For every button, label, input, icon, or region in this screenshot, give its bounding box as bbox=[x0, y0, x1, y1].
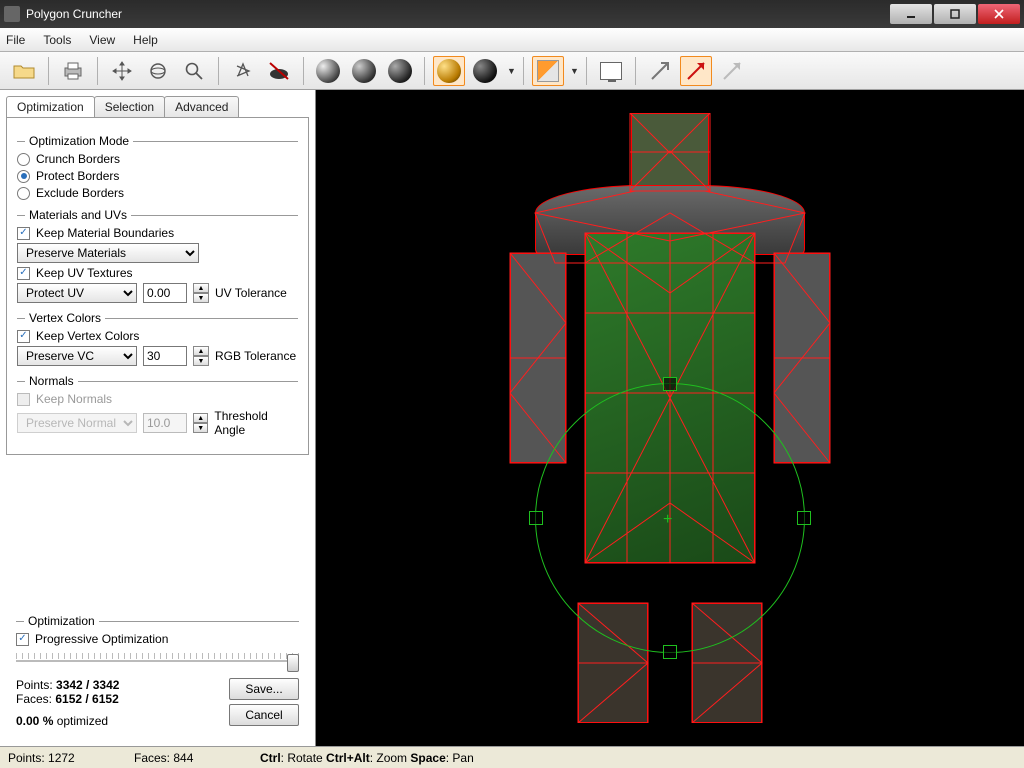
open-button[interactable] bbox=[8, 56, 40, 86]
group-optimization-label: Optimization bbox=[24, 614, 99, 628]
gizmo-handle-right[interactable] bbox=[797, 511, 811, 525]
combo-preserve-materials[interactable]: Preserve Materials bbox=[17, 243, 199, 263]
minimize-button[interactable] bbox=[890, 4, 932, 24]
app-icon bbox=[4, 6, 20, 22]
label-threshold-angle: Threshold Angle bbox=[214, 409, 298, 437]
combo-protect-uv[interactable]: Protect UV bbox=[17, 283, 137, 303]
gizmo-center-icon[interactable]: + bbox=[663, 511, 677, 525]
check-keep-vertex-colors[interactable] bbox=[17, 330, 30, 343]
save-button[interactable]: Save... bbox=[229, 678, 299, 700]
status-hint: Ctrl: Rotate Ctrl+Alt: Zoom Space: Pan bbox=[260, 751, 474, 765]
spinner-threshold-angle: ▲▼ bbox=[193, 413, 208, 433]
menu-file[interactable]: File bbox=[6, 33, 25, 47]
check-keep-uv[interactable] bbox=[17, 267, 30, 280]
stat-opt-word: optimized bbox=[57, 714, 108, 728]
menu-view[interactable]: View bbox=[89, 33, 115, 47]
menu-bar: File Tools View Help bbox=[0, 28, 1024, 52]
check-progressive-optimization[interactable] bbox=[16, 633, 29, 646]
status-faces-value: 844 bbox=[173, 751, 193, 765]
group-normals-label: Normals bbox=[25, 374, 78, 388]
close-button[interactable] bbox=[978, 4, 1020, 24]
gizmo-handle-left[interactable] bbox=[529, 511, 543, 525]
background-color-button[interactable] bbox=[532, 56, 564, 86]
shading-mode-2-button[interactable] bbox=[348, 56, 380, 86]
group-vcolors-label: Vertex Colors bbox=[25, 311, 105, 325]
lighting-mode-button[interactable] bbox=[469, 56, 501, 86]
move-tool-button[interactable] bbox=[106, 56, 138, 86]
menu-help[interactable]: Help bbox=[133, 33, 158, 47]
settings-button[interactable] bbox=[227, 56, 259, 86]
label-keep-uv: Keep UV Textures bbox=[36, 266, 133, 280]
radio-exclude-borders[interactable] bbox=[17, 187, 30, 200]
arrow-red-button[interactable] bbox=[680, 56, 712, 86]
optimization-slider[interactable] bbox=[16, 650, 299, 672]
tab-advanced[interactable]: Advanced bbox=[164, 96, 239, 117]
label-rgb-tolerance: RGB Tolerance bbox=[215, 349, 296, 363]
status-bar: Points: 1272 Faces: 844 Ctrl: Rotate Ctr… bbox=[0, 746, 1024, 768]
main-toolbar: ▼ ▼ bbox=[0, 52, 1024, 90]
gizmo-handle-top[interactable] bbox=[663, 377, 677, 391]
label-keep-material-boundaries: Keep Material Boundaries bbox=[36, 226, 174, 240]
status-points-label: Points: bbox=[8, 751, 45, 765]
tab-strip: Optimization Selection Advanced bbox=[6, 96, 309, 117]
input-uv-tolerance[interactable] bbox=[143, 283, 187, 303]
group-matuv-label: Materials and UVs bbox=[25, 208, 131, 222]
status-faces-label: Faces: bbox=[134, 751, 170, 765]
stat-faces-value: 6152 / 6152 bbox=[55, 692, 118, 706]
fullscreen-button[interactable] bbox=[595, 56, 627, 86]
radio-crunch-borders[interactable] bbox=[17, 153, 30, 166]
label-keep-vertex-colors: Keep Vertex Colors bbox=[36, 329, 139, 343]
stat-points-label: Points: bbox=[16, 678, 53, 692]
label-crunch-borders: Crunch Borders bbox=[36, 152, 120, 166]
rotate-tool-button[interactable] bbox=[142, 56, 174, 86]
3d-viewport[interactable]: + bbox=[316, 90, 1024, 746]
stat-opt-pct: 0.00 % bbox=[16, 714, 53, 728]
shading-mode-1-button[interactable] bbox=[312, 56, 344, 86]
status-points-value: 1272 bbox=[48, 751, 75, 765]
background-dropdown-icon[interactable]: ▼ bbox=[570, 66, 578, 76]
label-exclude-borders: Exclude Borders bbox=[36, 186, 124, 200]
stat-points-value: 3342 / 3342 bbox=[56, 678, 119, 692]
model-preview: + bbox=[500, 113, 840, 723]
tab-optimization[interactable]: Optimization bbox=[6, 96, 95, 117]
title-bar: Polygon Cruncher bbox=[0, 0, 1024, 28]
label-keep-normals: Keep Normals bbox=[36, 392, 112, 406]
slider-thumb[interactable] bbox=[287, 654, 299, 672]
spinner-rgb-tolerance[interactable]: ▲▼ bbox=[193, 346, 209, 366]
spinner-uv-tolerance[interactable]: ▲▼ bbox=[193, 283, 209, 303]
gizmo-handle-bottom[interactable] bbox=[663, 645, 677, 659]
shading-mode-3-button[interactable] bbox=[384, 56, 416, 86]
check-keep-material-boundaries[interactable] bbox=[17, 227, 30, 240]
material-mode-button[interactable] bbox=[433, 56, 465, 86]
window-title: Polygon Cruncher bbox=[26, 7, 890, 21]
combo-preserve-vc[interactable]: Preserve VC bbox=[17, 346, 137, 366]
label-uv-tolerance: UV Tolerance bbox=[215, 286, 287, 300]
optimization-panel: Optimization Mode Crunch Borders Protect… bbox=[6, 117, 309, 455]
arrow-gray-button[interactable] bbox=[716, 56, 748, 86]
rotation-gizmo[interactable]: + bbox=[535, 383, 805, 653]
zoom-tool-button[interactable] bbox=[178, 56, 210, 86]
arrow-outline-button[interactable] bbox=[644, 56, 676, 86]
menu-tools[interactable]: Tools bbox=[43, 33, 71, 47]
print-button[interactable] bbox=[57, 56, 89, 86]
check-keep-normals bbox=[17, 393, 30, 406]
combo-preserve-normals: Preserve Normals bbox=[17, 413, 137, 433]
left-panel: Optimization Selection Advanced Optimiza… bbox=[0, 90, 316, 746]
lighting-dropdown-icon[interactable]: ▼ bbox=[507, 66, 515, 76]
input-rgb-tolerance[interactable] bbox=[143, 346, 187, 366]
input-threshold-angle bbox=[143, 413, 187, 433]
radio-protect-borders[interactable] bbox=[17, 170, 30, 183]
optimization-footer: Optimization Progressive Optimization Po… bbox=[6, 600, 309, 740]
disable-optimize-button[interactable] bbox=[263, 56, 295, 86]
maximize-button[interactable] bbox=[934, 4, 976, 24]
label-protect-borders: Protect Borders bbox=[36, 169, 119, 183]
tab-selection[interactable]: Selection bbox=[94, 96, 165, 117]
label-progressive-optimization: Progressive Optimization bbox=[35, 632, 168, 646]
group-optmode-label: Optimization Mode bbox=[25, 134, 133, 148]
cancel-button[interactable]: Cancel bbox=[229, 704, 299, 726]
stat-faces-label: Faces: bbox=[16, 692, 52, 706]
